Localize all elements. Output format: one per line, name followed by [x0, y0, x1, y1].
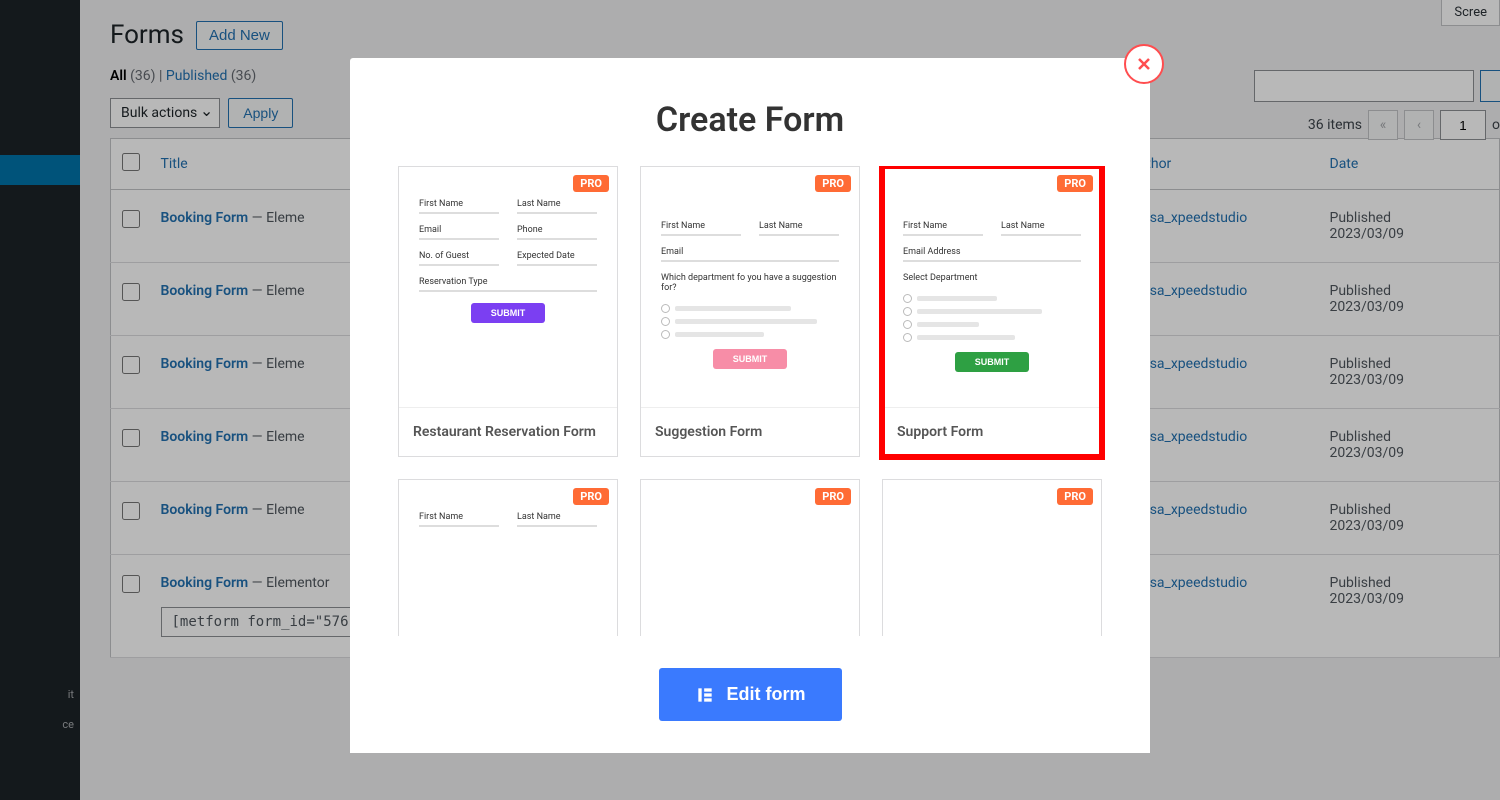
close-icon — [1134, 54, 1154, 74]
edit-form-label: Edit form — [727, 684, 806, 705]
edit-form-button[interactable]: Edit form — [659, 668, 842, 721]
create-form-modal: Create Form PRO First Name Last Name Ema… — [350, 58, 1150, 753]
template-card[interactable]: PRO First Name Last Name — [398, 479, 618, 636]
template-name: Restaurant Reservation Form — [399, 407, 617, 456]
pro-badge: PRO — [1057, 488, 1093, 505]
template-card[interactable]: PRO First Name Last Name Email Phone No.… — [398, 166, 618, 457]
pro-badge: PRO — [573, 175, 609, 192]
modal-title: Create Form — [350, 58, 1150, 166]
elementor-icon — [695, 685, 715, 705]
template-card[interactable]: PRO First Name Last Name Email Address S… — [882, 166, 1102, 457]
pro-badge: PRO — [1057, 175, 1093, 192]
template-name: Suggestion Form — [641, 407, 859, 456]
template-preview: First Name Last Name Email Which departm… — [641, 167, 859, 407]
close-button[interactable] — [1124, 44, 1164, 84]
template-preview: First Name Last Name Email Address Selec… — [883, 167, 1101, 407]
pro-badge: PRO — [815, 175, 851, 192]
template-card[interactable]: PRO First Name Last Name Email Which dep… — [640, 166, 860, 457]
template-card[interactable]: PRO — [640, 479, 860, 636]
pro-badge: PRO — [573, 488, 609, 505]
pro-badge: PRO — [815, 488, 851, 505]
template-card[interactable]: PRO — [882, 479, 1102, 636]
template-preview: First Name Last Name Email Phone No. of … — [399, 167, 617, 407]
template-name: Support Form — [883, 407, 1101, 456]
